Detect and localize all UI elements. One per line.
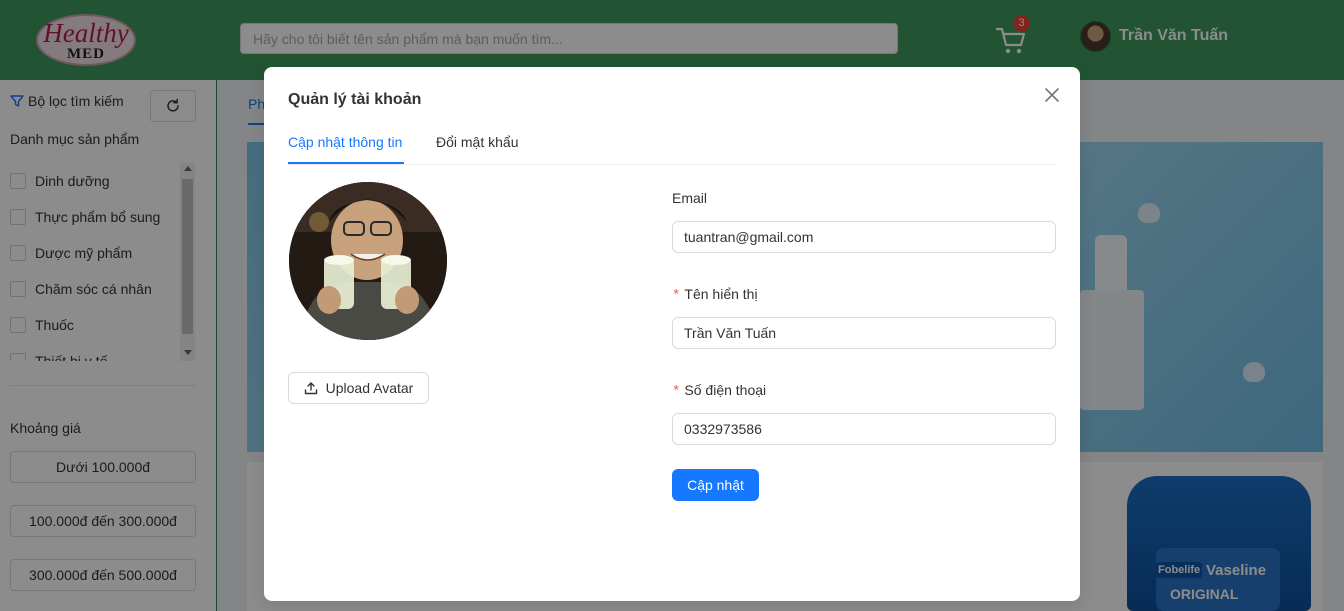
- upload-avatar-label: Upload Avatar: [325, 380, 414, 396]
- phone-label: * Số điện thoại: [672, 382, 766, 400]
- required-mark: *: [672, 288, 681, 304]
- email-label-text: Email: [672, 190, 708, 206]
- upload-icon: [304, 382, 317, 395]
- email-label: Email: [672, 190, 707, 206]
- upload-avatar-button[interactable]: Upload Avatar: [288, 372, 429, 404]
- account-modal: Quản lý tài khoản Cập nhật thông tin Đổi…: [264, 67, 1080, 601]
- display-name-label: * Tên hiển thị: [672, 286, 758, 304]
- close-icon[interactable]: [1043, 86, 1061, 104]
- modal-title: Quản lý tài khoản: [288, 91, 422, 108]
- phone-field[interactable]: [672, 413, 1056, 445]
- display-name-label-text: Tên hiển thị: [684, 286, 758, 302]
- phone-label-text: Số điện thoại: [684, 382, 767, 398]
- tab-update-info[interactable]: Cập nhật thông tin: [288, 134, 402, 150]
- required-mark: *: [672, 384, 681, 400]
- update-button[interactable]: Cập nhật: [672, 469, 759, 501]
- display-name-field[interactable]: [672, 317, 1056, 349]
- email-field[interactable]: [672, 221, 1056, 253]
- profile-photo: [289, 182, 447, 340]
- profile-avatar: [289, 182, 447, 340]
- tab-active-indicator: [288, 162, 404, 164]
- tab-change-password[interactable]: Đổi mật khẩu: [436, 134, 518, 150]
- modal-tabs: Cập nhật thông tin Đổi mật khẩu: [288, 124, 1056, 165]
